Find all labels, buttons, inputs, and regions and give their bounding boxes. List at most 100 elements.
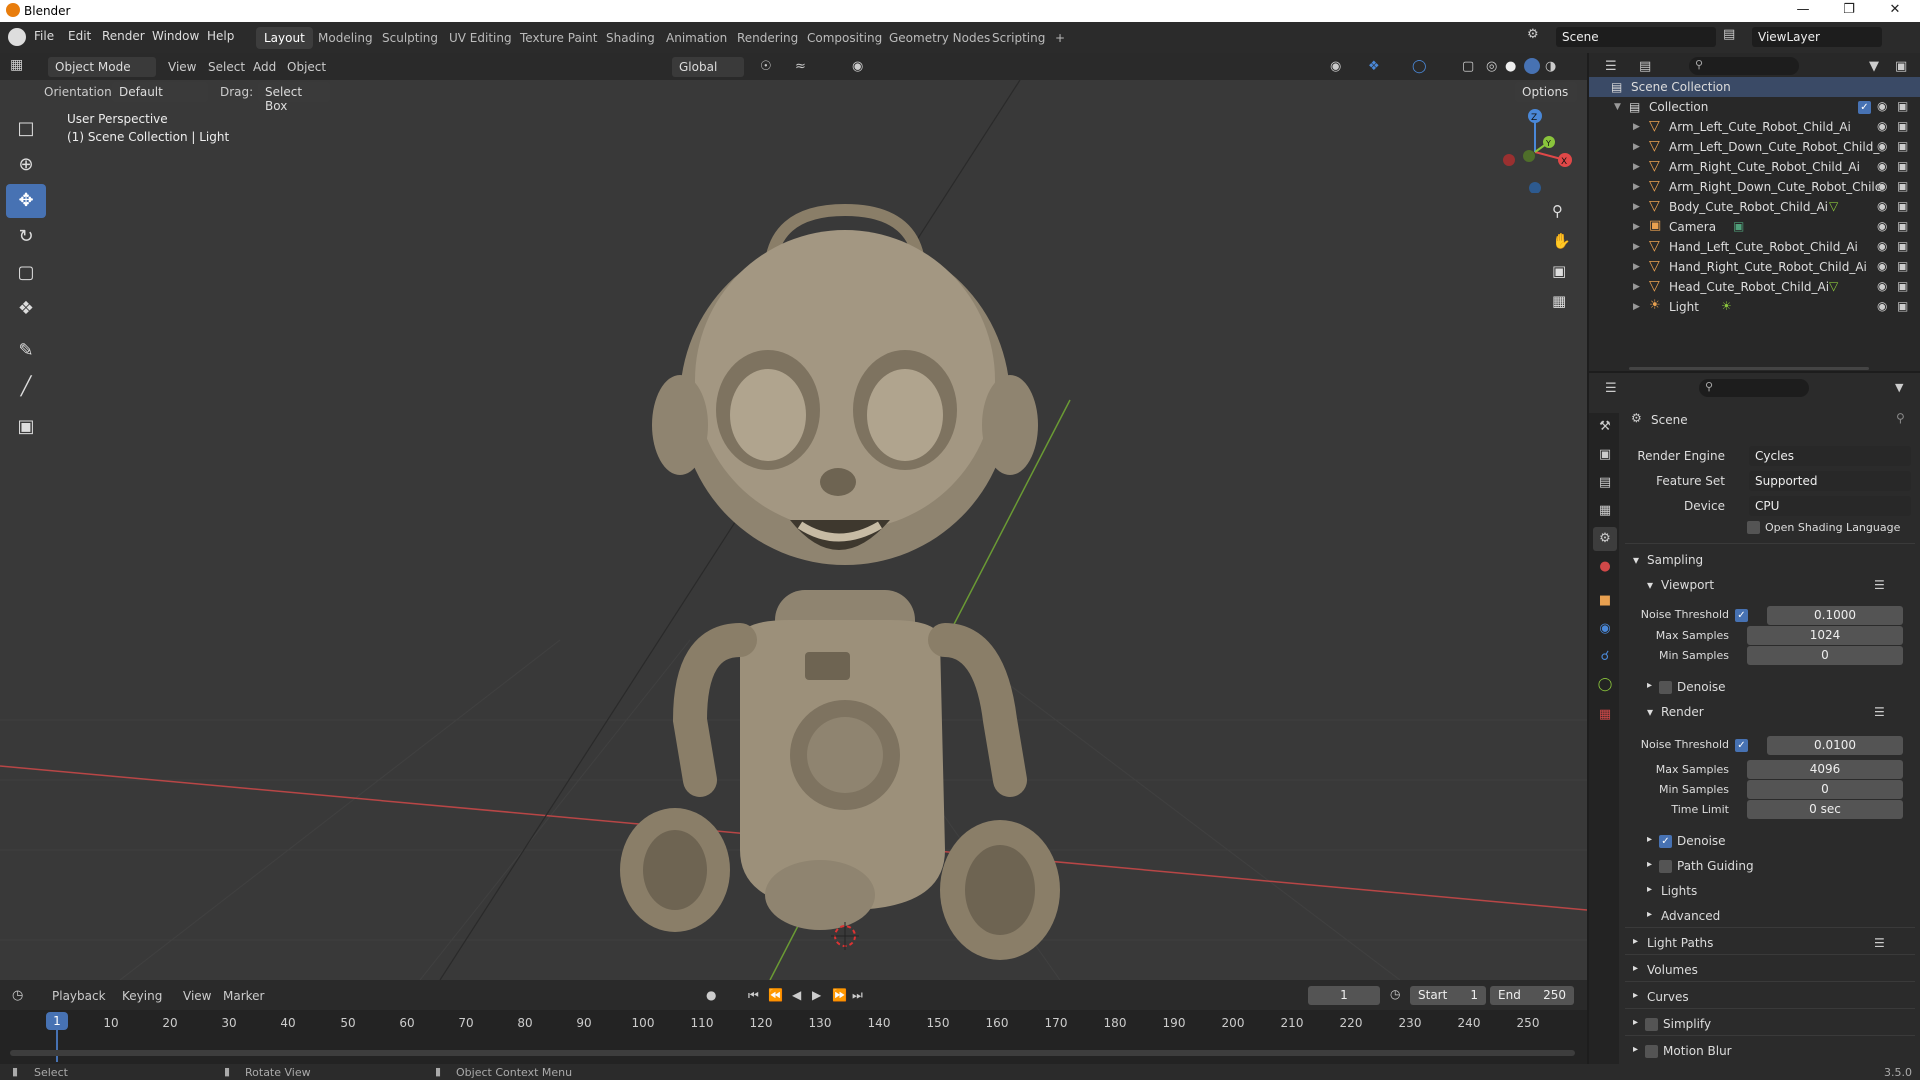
expand-icon[interactable]: ▶ bbox=[1633, 202, 1640, 212]
render-camera-icon[interactable]: ▣ bbox=[1897, 219, 1908, 233]
menu-edit[interactable]: Edit bbox=[68, 29, 91, 43]
render-camera-icon[interactable]: ▣ bbox=[1897, 119, 1908, 133]
visibility-eye-icon[interactable]: ◉ bbox=[1877, 99, 1887, 113]
render-camera-icon[interactable]: ▣ bbox=[1897, 259, 1908, 273]
play-icon[interactable]: ▶ bbox=[812, 988, 821, 1002]
visibility-eye-icon[interactable]: ◉ bbox=[1877, 299, 1887, 313]
zoom-icon[interactable]: ⚲ bbox=[1552, 202, 1563, 220]
render-min-samples-field[interactable]: 0 bbox=[1747, 780, 1903, 799]
exclude-checkbox[interactable]: ✓ bbox=[1858, 101, 1871, 114]
light-paths-header[interactable]: Light Paths bbox=[1647, 936, 1713, 950]
expand-icon[interactable]: ▶ bbox=[1633, 182, 1640, 192]
transform-orientation[interactable]: Global bbox=[672, 57, 744, 77]
denoise-expand-icon[interactable]: ▸ bbox=[1647, 834, 1652, 845]
close-icon[interactable]: ✕ bbox=[1880, 2, 1910, 17]
expand-icon[interactable]: ▼ bbox=[1614, 102, 1621, 112]
start-frame-field[interactable]: Start 1 bbox=[1410, 986, 1486, 1005]
render-max-samples-field[interactable]: 4096 bbox=[1747, 760, 1903, 779]
render-tab-icon[interactable]: ▣ bbox=[1593, 443, 1617, 467]
menu-help[interactable]: Help bbox=[207, 29, 234, 43]
outliner-row[interactable]: ▶ ▣ Camera ▣ ◉ ▣ bbox=[1589, 217, 1920, 237]
tool-tab-icon[interactable]: ⚒ bbox=[1593, 415, 1617, 439]
expand-icon[interactable]: ▶ bbox=[1633, 282, 1640, 292]
expand-icon[interactable]: ▶ bbox=[1633, 242, 1640, 252]
tab-animation[interactable]: Animation bbox=[658, 27, 735, 49]
data-tab-icon[interactable]: ◯ bbox=[1593, 673, 1617, 697]
outliner-row[interactable]: ▶ ▽ Hand_Left_Cute_Robot_Child_Ai ◉ ▣ bbox=[1589, 237, 1920, 257]
visibility-eye-icon[interactable]: ◉ bbox=[1877, 179, 1887, 193]
add-workspace-button[interactable]: + bbox=[1047, 27, 1073, 49]
render-camera-icon[interactable]: ▣ bbox=[1897, 139, 1908, 153]
texture-tab-icon[interactable]: ▦ bbox=[1593, 703, 1617, 727]
chevron-down-icon[interactable]: ▼ bbox=[1895, 381, 1903, 394]
viewport-subheader[interactable]: Viewport bbox=[1661, 578, 1714, 592]
camera-data-icon[interactable]: ▣ bbox=[1733, 219, 1744, 233]
render-noise-field[interactable]: 0.0100 bbox=[1767, 736, 1903, 755]
playhead-frame-badge[interactable]: 1 bbox=[46, 1012, 68, 1030]
render-subheader[interactable]: Render bbox=[1661, 705, 1704, 719]
robot-model[interactable] bbox=[620, 203, 1060, 960]
volumes-header[interactable]: Volumes bbox=[1647, 963, 1698, 977]
feature-set-select[interactable]: Supported bbox=[1749, 471, 1911, 491]
denoise-expand-icon[interactable]: ▸ bbox=[1647, 680, 1652, 691]
visibility-eye-icon[interactable]: ◉ bbox=[1877, 139, 1887, 153]
tab-compositing[interactable]: Compositing bbox=[799, 27, 890, 49]
menu-view[interactable]: View bbox=[168, 60, 196, 74]
visibility-eye-icon[interactable]: ◉ bbox=[1877, 259, 1887, 273]
overlay-toggle-icon[interactable]: ◯ bbox=[1412, 59, 1427, 74]
visibility-icon[interactable]: ◉ bbox=[1330, 59, 1341, 74]
render-denoise-checkbox[interactable]: ✓ bbox=[1659, 835, 1672, 848]
viewport-noise-field[interactable]: 0.1000 bbox=[1767, 606, 1903, 625]
presets-list-icon[interactable]: ☰ bbox=[1874, 936, 1885, 950]
proportional-icon[interactable]: ◉ bbox=[852, 59, 863, 74]
camera-view-icon[interactable]: ▣ bbox=[1552, 262, 1566, 280]
marker-menu[interactable]: Marker bbox=[223, 989, 264, 1003]
tab-sculpting[interactable]: Sculpting bbox=[374, 27, 446, 49]
render-expand-icon[interactable]: ▾ bbox=[1647, 705, 1653, 719]
outliner-row[interactable]: ▶ ▽ Head_Cute_Robot_Child_Ai ▽ ◉ ▣ bbox=[1589, 277, 1920, 297]
record-icon[interactable]: ● bbox=[706, 988, 716, 1002]
blender-menu-icon[interactable] bbox=[8, 28, 26, 46]
viewport-max-samples-field[interactable]: 1024 bbox=[1747, 626, 1903, 645]
wireframe-shading-icon[interactable]: ◎ bbox=[1486, 59, 1497, 74]
tab-modeling[interactable]: Modeling bbox=[310, 27, 381, 49]
motion-blur-expand-icon[interactable]: ▸ bbox=[1633, 1044, 1638, 1055]
render-camera-icon[interactable]: ▣ bbox=[1897, 159, 1908, 173]
jump-end-icon[interactable]: ⏭ bbox=[852, 988, 863, 1003]
3d-viewport[interactable]: User Perspective (1) Scene Collection | … bbox=[0, 80, 1587, 980]
constraints-tab-icon[interactable]: ☌ bbox=[1593, 645, 1617, 669]
select-box-tool-icon[interactable]: □ bbox=[6, 112, 46, 146]
outliner-row[interactable]: ▶ ▽ Arm_Right_Cute_Robot_Child_Ai ◉ ▣ bbox=[1589, 157, 1920, 177]
visibility-eye-icon[interactable]: ◉ bbox=[1877, 279, 1887, 293]
playback-menu[interactable]: Playback bbox=[52, 989, 106, 1003]
move-tool-icon[interactable]: ✥ bbox=[6, 184, 46, 218]
navigation-gizmo[interactable]: Z X Y bbox=[1495, 108, 1580, 194]
output-tab-icon[interactable]: ▤ bbox=[1593, 471, 1617, 495]
viewport-denoise-checkbox[interactable] bbox=[1659, 681, 1672, 694]
rendered-shading-icon[interactable]: ◑ bbox=[1545, 59, 1556, 74]
sampling-header[interactable]: Sampling bbox=[1647, 553, 1703, 567]
cursor-tool-icon[interactable]: ⊕ bbox=[6, 148, 46, 182]
tab-layout[interactable]: Layout bbox=[256, 27, 313, 49]
editor-type-icon[interactable]: ▦ bbox=[10, 57, 38, 77]
viewport-min-samples-field[interactable]: 0 bbox=[1747, 646, 1903, 665]
pivot-icon[interactable]: ☉ bbox=[760, 59, 772, 74]
light-paths-expand-icon[interactable]: ▸ bbox=[1633, 936, 1638, 947]
scene-tab-icon[interactable]: ⚙ bbox=[1593, 527, 1617, 551]
expand-icon[interactable]: ▶ bbox=[1633, 222, 1640, 232]
lights-subheader[interactable]: Lights bbox=[1661, 884, 1697, 898]
visibility-eye-icon[interactable]: ◉ bbox=[1877, 239, 1887, 253]
render-camera-icon[interactable]: ▣ bbox=[1897, 179, 1908, 193]
view-layer-selector[interactable]: ViewLayer bbox=[1752, 27, 1882, 47]
next-keyframe-icon[interactable]: ⏩ bbox=[832, 988, 847, 1002]
outliner-row-collection[interactable]: ▼ ▤ Collection ✓ ◉ ▣ bbox=[1589, 97, 1920, 117]
timeline-scrollbar[interactable] bbox=[10, 1050, 1575, 1056]
play-reverse-icon[interactable]: ◀ bbox=[792, 988, 801, 1002]
rotate-tool-icon[interactable]: ↻ bbox=[6, 220, 46, 254]
motion-blur-header[interactable]: Motion Blur bbox=[1663, 1044, 1732, 1058]
expand-icon[interactable]: ▶ bbox=[1633, 302, 1640, 312]
solid-shading-icon[interactable]: ● bbox=[1505, 59, 1516, 74]
physics-tab-icon[interactable]: ◉ bbox=[1593, 617, 1617, 641]
properties-editor-icon[interactable]: ☰ bbox=[1605, 381, 1617, 396]
drag-selector[interactable]: Select Box bbox=[258, 82, 330, 113]
